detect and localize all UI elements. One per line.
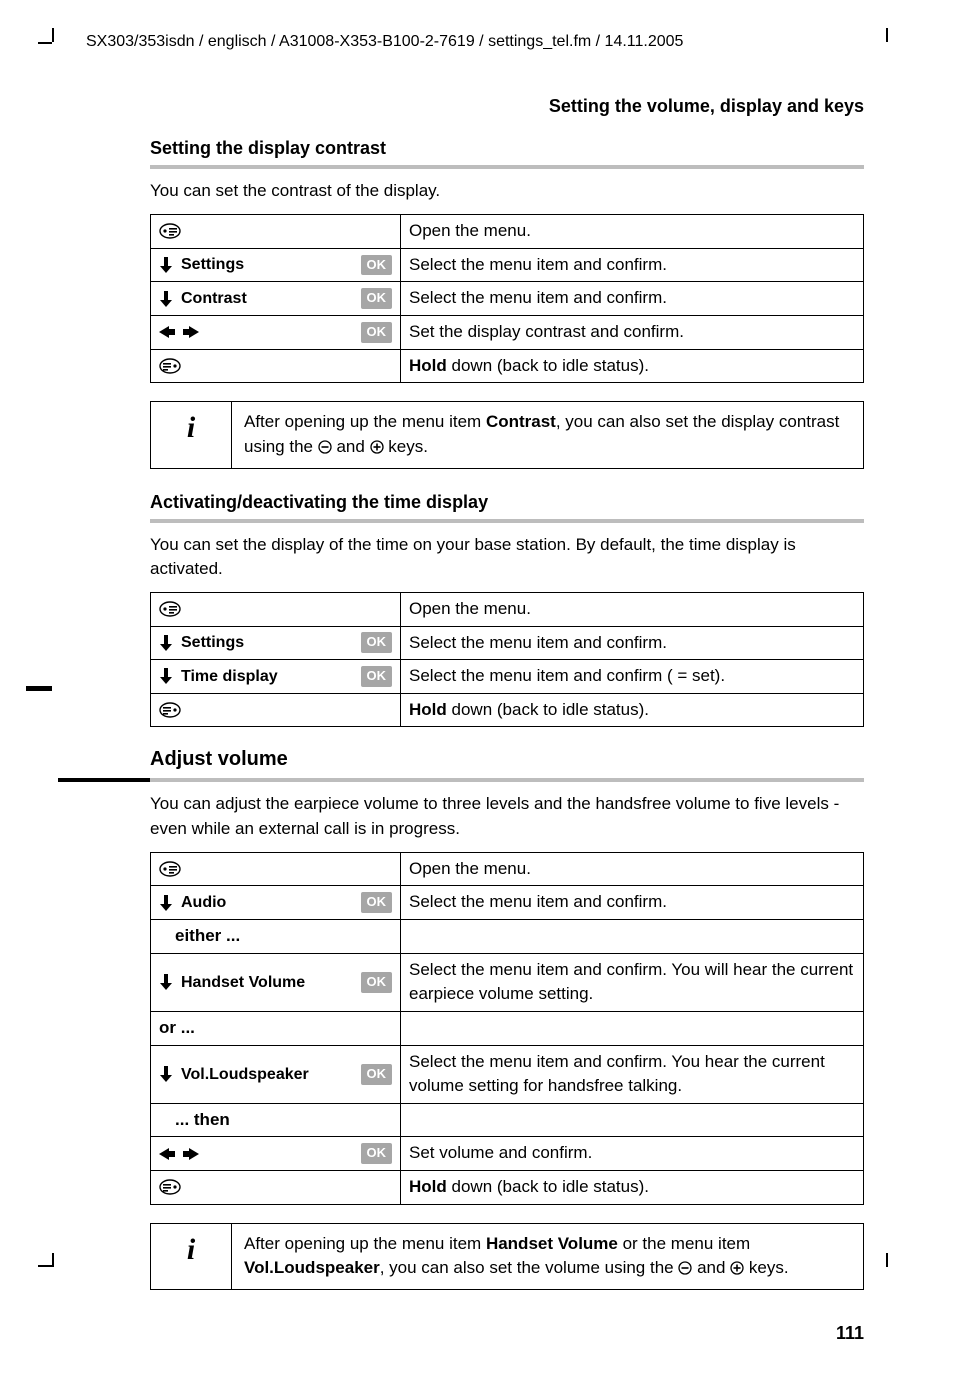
table-row: Open the menu. xyxy=(151,592,864,626)
table-row: Hold down (back to idle status). xyxy=(151,349,864,383)
table-row: Settings OK Select the menu item and con… xyxy=(151,248,864,282)
ok-badge: OK xyxy=(361,892,393,913)
plus-icon xyxy=(370,440,384,454)
down-arrow-icon xyxy=(159,290,173,308)
table-row: OK Set volume and confirm. xyxy=(151,1137,864,1171)
table-row: either ... xyxy=(151,920,864,954)
menu-icon xyxy=(159,860,181,878)
running-head: Setting the volume, display and keys xyxy=(60,93,864,119)
info-icon: i xyxy=(151,402,232,467)
down-arrow-icon xyxy=(159,667,173,685)
sec1-title: Setting the display contrast xyxy=(150,135,864,161)
table-row: Hold down (back to idle status). xyxy=(151,693,864,727)
ok-badge: OK xyxy=(361,666,393,687)
ok-badge: OK xyxy=(361,1064,393,1085)
left-right-arrows-icon xyxy=(159,324,199,340)
table-row: Handset Volume OK Select the menu item a… xyxy=(151,953,864,1011)
plus-icon xyxy=(730,1261,744,1275)
menu-icon xyxy=(159,600,181,618)
table-row: Audio OK Select the menu item and confir… xyxy=(151,886,864,920)
table-row: ... then xyxy=(151,1103,864,1137)
ok-badge: OK xyxy=(361,1143,393,1164)
ok-badge: OK xyxy=(361,632,393,653)
down-arrow-icon xyxy=(159,634,173,652)
ok-badge: OK xyxy=(361,322,393,343)
menu-back-icon xyxy=(159,357,181,375)
rule xyxy=(150,165,864,169)
sec2-intro: You can set the display of the time on y… xyxy=(150,533,864,582)
table-row: or ... xyxy=(151,1011,864,1045)
sec3-table: Open the menu. Audio OK Select the menu … xyxy=(150,852,864,1205)
info-icon: i xyxy=(151,1224,232,1289)
minus-icon xyxy=(318,440,332,454)
ok-badge: OK xyxy=(361,255,393,276)
ok-badge: OK xyxy=(361,288,393,309)
table-row: OK Set the display contrast and confirm. xyxy=(151,315,864,349)
down-arrow-icon xyxy=(159,256,173,274)
rule xyxy=(150,778,864,782)
menu-back-icon xyxy=(159,1178,181,1196)
rule xyxy=(150,519,864,523)
table-row: Open the menu. xyxy=(151,215,864,249)
sec1-table: Open the menu. Settings OK Select the me… xyxy=(150,214,864,383)
sec2-title: Activating/deactivating the time display xyxy=(150,489,864,515)
minus-icon xyxy=(678,1261,692,1275)
section-mark xyxy=(26,686,52,691)
down-arrow-icon xyxy=(159,894,173,912)
sec3-intro: You can adjust the earpiece volume to th… xyxy=(150,792,864,841)
sec2-table: Open the menu. Settings OK Select the me… xyxy=(150,592,864,728)
down-arrow-icon xyxy=(159,973,173,991)
table-row: Contrast OK Select the menu item and con… xyxy=(151,282,864,316)
left-right-arrows-icon xyxy=(159,1146,199,1162)
down-arrow-icon xyxy=(159,1065,173,1083)
table-row: Vol.Loudspeaker OK Select the menu item … xyxy=(151,1045,864,1103)
table-row: Time display OK Select the menu item and… xyxy=(151,660,864,694)
table-row: Hold down (back to idle status). xyxy=(151,1171,864,1205)
header-path: SX303/353isdn / englisch / A31008-X353-B… xyxy=(86,30,874,53)
sec3-title: Adjust volume xyxy=(150,745,864,774)
info-box: i After opening up the menu item Handset… xyxy=(150,1223,864,1290)
ok-badge: OK xyxy=(361,972,393,993)
sec1-intro: You can set the contrast of the display. xyxy=(150,179,864,204)
table-row: Settings OK Select the menu item and con… xyxy=(151,626,864,660)
info-box: i After opening up the menu item Contras… xyxy=(150,401,864,468)
menu-back-icon xyxy=(159,701,181,719)
page-number: 111 xyxy=(60,1320,864,1346)
menu-icon xyxy=(159,222,181,240)
table-row: Open the menu. xyxy=(151,852,864,886)
